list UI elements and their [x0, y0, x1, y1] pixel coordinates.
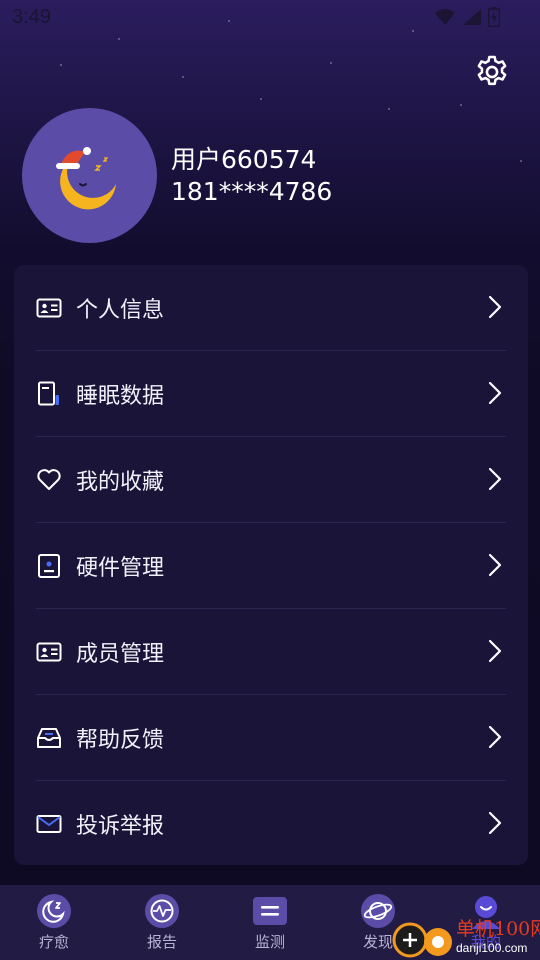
- menu-item-label: 成员管理: [76, 642, 165, 667]
- chevron-right-icon: [488, 553, 502, 577]
- menu-item-personal-info[interactable]: 个人信息: [14, 265, 528, 351]
- mail-icon: [36, 815, 62, 833]
- nav-tab-label: 报告: [146, 933, 177, 951]
- watermark-title: 单机100网: [456, 918, 540, 940]
- nav-tab-label: 监测: [254, 933, 285, 951]
- chevron-right-icon: [488, 295, 502, 319]
- monitor-icon: [253, 897, 287, 925]
- watermark-url: danji100.com: [456, 941, 528, 955]
- inbox-icon: [37, 728, 61, 748]
- menu-item-hardware-management[interactable]: 硬件管理: [14, 523, 528, 609]
- menu-item-member-management[interactable]: 成员管理: [14, 609, 528, 695]
- pulse-icon: [145, 894, 179, 928]
- menu-item-label: 个人信息: [76, 298, 165, 323]
- status-bar: 3:49: [0, 0, 540, 36]
- wifi-icon: [435, 9, 455, 25]
- cellular-signal-icon: [463, 9, 481, 25]
- nav-tab-monitor[interactable]: 监测: [216, 885, 324, 960]
- device-icon: [38, 554, 60, 578]
- menu-item-label: 帮助反馈: [76, 728, 165, 753]
- document-icon: [38, 381, 59, 406]
- nav-tab-healing[interactable]: 疗愈: [0, 885, 108, 960]
- chevron-right-icon: [488, 639, 502, 663]
- menu-item-help-feedback[interactable]: 帮助反馈: [14, 695, 528, 781]
- username: 用户660574: [171, 145, 317, 174]
- heart-icon: [37, 469, 61, 490]
- menu-item-label: 睡眠数据: [76, 384, 165, 409]
- planet-icon: [361, 894, 395, 928]
- nav-tab-report[interactable]: 报告: [108, 885, 216, 960]
- gear-icon: [477, 55, 507, 86]
- watermark-logo-icon: [392, 922, 452, 958]
- menu-item-label: 硬件管理: [76, 556, 165, 581]
- menu-item-label: 我的收藏: [76, 470, 165, 495]
- menu-item-favorites[interactable]: 我的收藏: [14, 437, 528, 523]
- chevron-right-icon: [488, 725, 502, 749]
- member-card-icon: [36, 642, 62, 662]
- phone-number: 181****4786: [171, 177, 333, 206]
- chevron-right-icon: [488, 811, 502, 835]
- status-time: 3:49: [12, 6, 51, 28]
- menu-card: 个人信息 睡眠数据 我的收藏 硬件管理 成员管理 帮助反馈 投诉举报: [14, 265, 528, 865]
- moon-sleep-icon: [37, 894, 71, 928]
- settings-button[interactable]: [472, 52, 512, 92]
- nav-tab-label: 疗愈: [38, 933, 69, 951]
- id-card-icon: [36, 298, 62, 318]
- watermark: 单机100网 danji100.com: [392, 914, 540, 960]
- avatar[interactable]: [22, 108, 157, 243]
- menu-item-sleep-data[interactable]: 睡眠数据: [14, 351, 528, 437]
- menu-item-complaint-report[interactable]: 投诉举报: [14, 781, 528, 867]
- menu-item-label: 投诉举报: [76, 814, 165, 839]
- chevron-right-icon: [488, 467, 502, 491]
- status-icons: [434, 7, 500, 27]
- chevron-right-icon: [488, 381, 502, 405]
- sleeping-moon-avatar-icon: [55, 146, 116, 209]
- battery-icon: [488, 7, 500, 27]
